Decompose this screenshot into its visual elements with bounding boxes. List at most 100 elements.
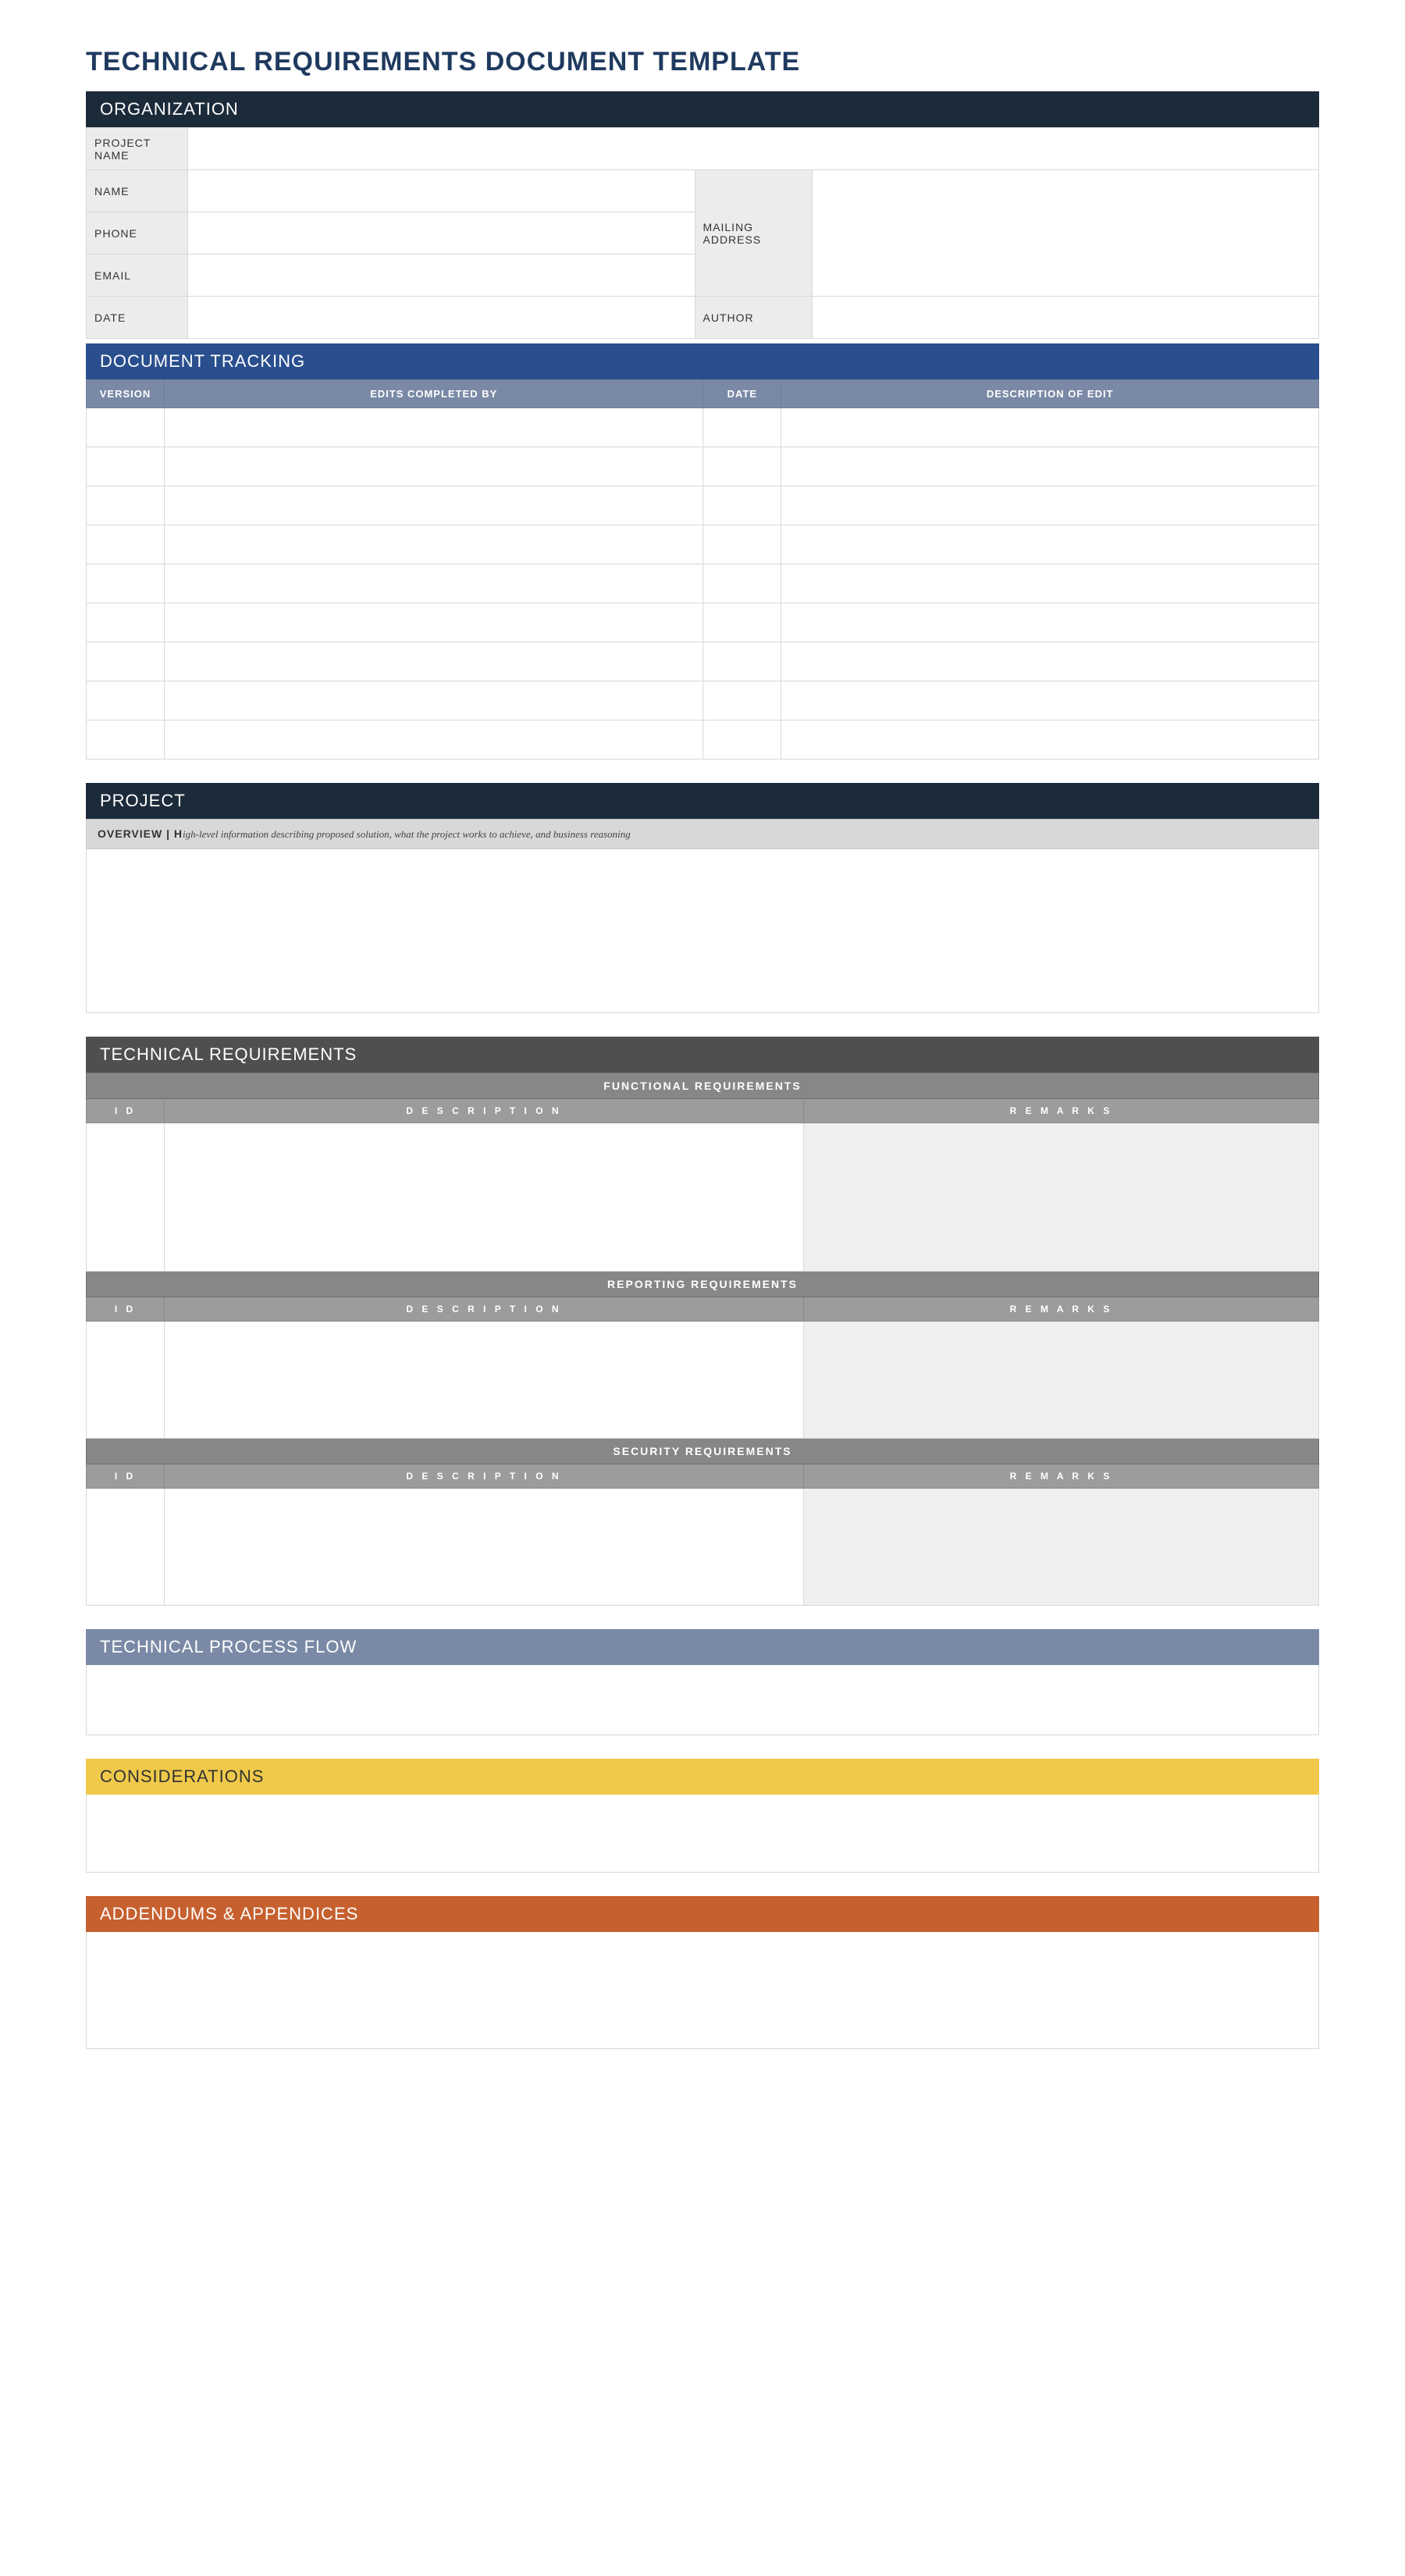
tracking-cell-date[interactable] bbox=[703, 681, 781, 720]
functional-remarks[interactable] bbox=[804, 1123, 1319, 1272]
field-phone[interactable] bbox=[188, 212, 695, 254]
tracking-row bbox=[87, 447, 1319, 486]
tracking-cell-date[interactable] bbox=[703, 642, 781, 681]
tracking-cell-desc[interactable] bbox=[781, 642, 1319, 681]
functional-description[interactable] bbox=[165, 1123, 804, 1272]
label-author: AUTHOR bbox=[695, 297, 812, 339]
th-remarks: R E M A R K S bbox=[804, 1099, 1319, 1123]
tracking-row bbox=[87, 408, 1319, 447]
th-id: I D bbox=[87, 1464, 165, 1489]
overview-desc: igh-level information describing propose… bbox=[183, 828, 631, 840]
process-flow-field[interactable] bbox=[86, 1665, 1319, 1735]
reporting-remarks[interactable] bbox=[804, 1322, 1319, 1439]
organization-header: ORGANIZATION bbox=[86, 91, 1319, 127]
field-author[interactable] bbox=[812, 297, 1319, 339]
label-date: DATE bbox=[87, 297, 188, 339]
tracking-cell-version[interactable] bbox=[87, 603, 165, 642]
tracking-row bbox=[87, 486, 1319, 525]
tracking-cell-desc[interactable] bbox=[781, 525, 1319, 564]
reporting-id[interactable] bbox=[87, 1322, 165, 1439]
col-version: VERSION bbox=[87, 380, 165, 408]
tracking-cell-edits_by[interactable] bbox=[165, 525, 703, 564]
tracking-cell-date[interactable] bbox=[703, 486, 781, 525]
tech-req-table: FUNCTIONAL REQUIREMENTS I D D E S C R I … bbox=[86, 1073, 1319, 1606]
tracking-cell-date[interactable] bbox=[703, 720, 781, 760]
security-description[interactable] bbox=[165, 1489, 804, 1606]
overview-bar: OVERVIEW | High-level information descri… bbox=[86, 819, 1319, 849]
overview-field[interactable] bbox=[86, 849, 1319, 1013]
tracking-cell-edits_by[interactable] bbox=[165, 564, 703, 603]
organization-table: PROJECT NAME NAME MAILING ADDRESS PHONE … bbox=[86, 127, 1319, 339]
tracking-cell-edits_by[interactable] bbox=[165, 642, 703, 681]
tracking-cell-edits_by[interactable] bbox=[165, 447, 703, 486]
security-remarks[interactable] bbox=[804, 1489, 1319, 1606]
reporting-description[interactable] bbox=[165, 1322, 804, 1439]
project-header: PROJECT bbox=[86, 783, 1319, 819]
th-description: D E S C R I P T I O N bbox=[165, 1297, 804, 1322]
tracking-row bbox=[87, 525, 1319, 564]
tracking-cell-edits_by[interactable] bbox=[165, 720, 703, 760]
tracking-cell-date[interactable] bbox=[703, 603, 781, 642]
tracking-cell-version[interactable] bbox=[87, 408, 165, 447]
subhead-reporting: REPORTING REQUIREMENTS bbox=[87, 1272, 1319, 1297]
tracking-cell-edits_by[interactable] bbox=[165, 408, 703, 447]
process-flow-header: TECHNICAL PROCESS FLOW bbox=[86, 1629, 1319, 1665]
label-phone: PHONE bbox=[87, 212, 188, 254]
field-project-name[interactable] bbox=[188, 128, 1319, 170]
subhead-security: SECURITY REQUIREMENTS bbox=[87, 1439, 1319, 1464]
tracking-cell-desc[interactable] bbox=[781, 486, 1319, 525]
considerations-header: CONSIDERATIONS bbox=[86, 1759, 1319, 1795]
th-remarks: R E M A R K S bbox=[804, 1464, 1319, 1489]
tracking-cell-version[interactable] bbox=[87, 564, 165, 603]
tracking-cell-date[interactable] bbox=[703, 447, 781, 486]
tracking-row bbox=[87, 603, 1319, 642]
field-name[interactable] bbox=[188, 170, 695, 212]
tracking-cell-edits_by[interactable] bbox=[165, 681, 703, 720]
field-date[interactable] bbox=[188, 297, 695, 339]
field-mailing-address[interactable] bbox=[812, 170, 1319, 297]
tracking-cell-date[interactable] bbox=[703, 408, 781, 447]
tracking-cell-version[interactable] bbox=[87, 681, 165, 720]
addendums-field[interactable] bbox=[86, 1932, 1319, 2049]
tracking-cell-desc[interactable] bbox=[781, 564, 1319, 603]
tracking-row bbox=[87, 642, 1319, 681]
tracking-cell-desc[interactable] bbox=[781, 720, 1319, 760]
th-description: D E S C R I P T I O N bbox=[165, 1099, 804, 1123]
tech-req-header: TECHNICAL REQUIREMENTS bbox=[86, 1037, 1319, 1073]
tracking-row bbox=[87, 564, 1319, 603]
tracking-cell-version[interactable] bbox=[87, 486, 165, 525]
subhead-functional: FUNCTIONAL REQUIREMENTS bbox=[87, 1073, 1319, 1099]
col-desc: DESCRIPTION OF EDIT bbox=[781, 380, 1319, 408]
functional-id[interactable] bbox=[87, 1123, 165, 1272]
label-mailing-address: MAILING ADDRESS bbox=[695, 170, 812, 297]
th-id: I D bbox=[87, 1099, 165, 1123]
tracking-table: VERSION EDITS COMPLETED BY DATE DESCRIPT… bbox=[86, 379, 1319, 760]
overview-label: OVERVIEW | H bbox=[98, 827, 183, 840]
considerations-field[interactable] bbox=[86, 1795, 1319, 1873]
col-edits-by: EDITS COMPLETED BY bbox=[165, 380, 703, 408]
label-name: NAME bbox=[87, 170, 188, 212]
tracking-cell-version[interactable] bbox=[87, 447, 165, 486]
tracking-row bbox=[87, 720, 1319, 760]
tracking-cell-desc[interactable] bbox=[781, 603, 1319, 642]
security-id[interactable] bbox=[87, 1489, 165, 1606]
tracking-cell-desc[interactable] bbox=[781, 447, 1319, 486]
label-email: EMAIL bbox=[87, 254, 188, 297]
th-description: D E S C R I P T I O N bbox=[165, 1464, 804, 1489]
field-email[interactable] bbox=[188, 254, 695, 297]
tracking-cell-desc[interactable] bbox=[781, 681, 1319, 720]
tracking-cell-edits_by[interactable] bbox=[165, 486, 703, 525]
addendums-header: ADDENDUMS & APPENDICES bbox=[86, 1896, 1319, 1932]
tracking-cell-edits_by[interactable] bbox=[165, 603, 703, 642]
th-remarks: R E M A R K S bbox=[804, 1297, 1319, 1322]
tracking-cell-version[interactable] bbox=[87, 642, 165, 681]
tracking-cell-desc[interactable] bbox=[781, 408, 1319, 447]
tracking-cell-version[interactable] bbox=[87, 525, 165, 564]
tracking-header: DOCUMENT TRACKING bbox=[86, 343, 1319, 379]
col-date: DATE bbox=[703, 380, 781, 408]
tracking-cell-date[interactable] bbox=[703, 525, 781, 564]
tracking-row bbox=[87, 681, 1319, 720]
th-id: I D bbox=[87, 1297, 165, 1322]
tracking-cell-date[interactable] bbox=[703, 564, 781, 603]
tracking-cell-version[interactable] bbox=[87, 720, 165, 760]
